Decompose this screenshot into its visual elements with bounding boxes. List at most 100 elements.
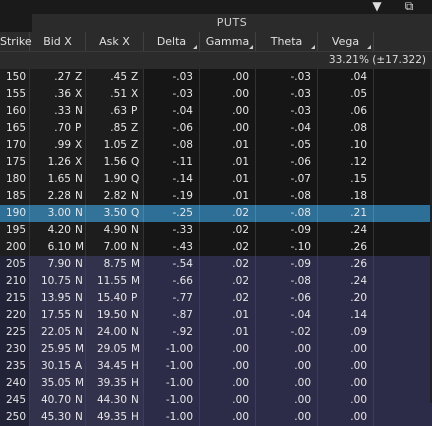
col-header-theta[interactable]: Theta: [256, 32, 318, 51]
ask-exchange-cell: H: [130, 375, 144, 392]
ask-cell[interactable]: 7.00: [86, 239, 130, 256]
col-header-delta[interactable]: Delta: [144, 32, 200, 51]
layers-down-icon[interactable]: ▼: [366, 0, 388, 14]
row-spacer: [374, 375, 404, 392]
bid-cell[interactable]: .99: [30, 137, 74, 154]
option-row[interactable]: 220 17.55 N 19.50 N -.87.01 -.04.14: [0, 307, 432, 324]
ask-exchange-cell: H: [130, 409, 144, 426]
col-header-ask[interactable]: Ask X: [86, 32, 144, 51]
strike-cell: 190: [0, 205, 30, 222]
bid-cell[interactable]: 1.26: [30, 154, 74, 171]
vega-cell: .05: [318, 86, 374, 103]
ask-cell[interactable]: 8.75: [86, 256, 130, 273]
row-spacer: [374, 307, 404, 324]
bid-cell[interactable]: 30.15: [30, 358, 74, 375]
ask-cell[interactable]: 4.90: [86, 222, 130, 239]
ask-cell[interactable]: 1.56: [86, 154, 130, 171]
ask-cell[interactable]: 2.82: [86, 188, 130, 205]
delta-cell: -.04: [144, 103, 200, 120]
bid-cell[interactable]: 6.10: [30, 239, 74, 256]
ask-cell[interactable]: .85: [86, 120, 130, 137]
gamma-cell: .00: [200, 86, 256, 103]
bid-cell[interactable]: .70: [30, 120, 74, 137]
bid-cell[interactable]: 13.95: [30, 290, 74, 307]
gamma-cell: .00: [200, 120, 256, 137]
strike-cell: 240: [0, 375, 30, 392]
col-header-bid[interactable]: Bid X: [30, 32, 86, 51]
ask-cell[interactable]: 3.50: [86, 205, 130, 222]
option-row-selected[interactable]: 190 3.00 N 3.50 Q -.25.02 -.08.21: [0, 205, 432, 222]
ask-cell[interactable]: .63: [86, 103, 130, 120]
delta-cell: -.25: [144, 205, 200, 222]
option-row[interactable]: 215 13.95 N 15.40 P -.77.02 -.06.20: [0, 290, 432, 307]
bid-exchange-cell: N: [74, 188, 86, 205]
ask-cell[interactable]: 39.35: [86, 375, 130, 392]
ask-cell[interactable]: 49.35: [86, 409, 130, 426]
col-header-vega[interactable]: Vega: [318, 32, 374, 51]
option-row[interactable]: 250 45.30 N 49.35 H -1.00.00.00.00: [0, 409, 432, 426]
option-row[interactable]: 170.99 X 1.05 Z -.08.01 -.05.10: [0, 137, 432, 154]
bid-cell[interactable]: .27: [30, 69, 74, 86]
bid-exchange-cell: N: [74, 290, 86, 307]
option-row[interactable]: 175 1.26 X 1.56 Q -.11.01 -.06.12: [0, 154, 432, 171]
theta-cell: -.03: [256, 103, 318, 120]
bid-cell[interactable]: .36: [30, 86, 74, 103]
ask-cell[interactable]: .51: [86, 86, 130, 103]
ask-cell[interactable]: 1.90: [86, 171, 130, 188]
bid-cell[interactable]: 22.05: [30, 324, 74, 341]
ask-cell[interactable]: 34.45: [86, 358, 130, 375]
bid-cell[interactable]: 45.30: [30, 409, 74, 426]
bid-exchange-cell: N: [74, 392, 86, 409]
bid-cell[interactable]: 10.75: [30, 273, 74, 290]
ask-cell[interactable]: 19.50: [86, 307, 130, 324]
ask-cell[interactable]: .45: [86, 69, 130, 86]
option-row[interactable]: 210 10.75 N 11.55 M -.66.02 -.08.24: [0, 273, 432, 290]
option-row[interactable]: 230 25.95 M 29.05 M -1.00.00.00.00: [0, 341, 432, 358]
ask-cell[interactable]: 24.00: [86, 324, 130, 341]
bid-cell[interactable]: 35.05: [30, 375, 74, 392]
header-spacer: [0, 14, 32, 32]
bid-cell[interactable]: 1.65: [30, 171, 74, 188]
strike-cell: 185: [0, 188, 30, 205]
delta-cell: -.11: [144, 154, 200, 171]
option-row[interactable]: 180 1.65 N 1.90 Q -.14.01 -.07.15: [0, 171, 432, 188]
option-row[interactable]: 155.36 X .51 X -.03.00 -.03.05: [0, 86, 432, 103]
option-row[interactable]: 165.70 P .85 Z -.06.00 -.04.08: [0, 120, 432, 137]
bid-cell[interactable]: 4.20: [30, 222, 74, 239]
ask-cell[interactable]: 1.05: [86, 137, 130, 154]
bid-cell[interactable]: .33: [30, 103, 74, 120]
ask-exchange-cell: Q: [130, 154, 144, 171]
option-row[interactable]: 225 22.05 N 24.00 N -.92.01 -.02.09: [0, 324, 432, 341]
vega-cell: .12: [318, 154, 374, 171]
option-row[interactable]: 205 7.90 N 8.75 M -.54.02 -.09.26: [0, 256, 432, 273]
ask-exchange-cell: N: [130, 392, 144, 409]
bid-cell[interactable]: 40.70: [30, 392, 74, 409]
ask-cell[interactable]: 44.30: [86, 392, 130, 409]
ask-cell[interactable]: 29.05: [86, 341, 130, 358]
option-row[interactable]: 240 35.05 M 39.35 H -1.00.00.00.00: [0, 375, 432, 392]
bid-exchange-cell: N: [74, 205, 86, 222]
option-row[interactable]: 150.27 Z .45 Z -.03.00 -.03.04: [0, 69, 432, 86]
option-row[interactable]: 160.33 N .63 P -.04.00 -.03.06: [0, 103, 432, 120]
popout-window-icon[interactable]: ⧉: [398, 0, 420, 14]
bid-cell[interactable]: 25.95: [30, 341, 74, 358]
sort-corner-icon: [363, 45, 371, 49]
col-header-strike[interactable]: Strike: [0, 32, 32, 51]
option-row[interactable]: 245 40.70 N 44.30 N -1.00.00.00.00: [0, 392, 432, 409]
option-row[interactable]: 185 2.28 N 2.82 N -.19.01 -.08.18: [0, 188, 432, 205]
bid-cell[interactable]: 2.28: [30, 188, 74, 205]
option-row[interactable]: 200 6.10 M 7.00 N -.43.02 -.10.26: [0, 239, 432, 256]
vega-cell: .08: [318, 120, 374, 137]
bid-cell[interactable]: 17.55: [30, 307, 74, 324]
option-row[interactable]: 195 4.20 N 4.90 N -.33.02 -.09.24: [0, 222, 432, 239]
row-spacer: [374, 341, 404, 358]
strike-cell: 225: [0, 324, 30, 341]
option-row[interactable]: 235 30.15 A 34.45 H -1.00.00.00.00: [0, 358, 432, 375]
bid-cell[interactable]: 3.00: [30, 205, 74, 222]
theta-cell: -.05: [256, 137, 318, 154]
bid-cell[interactable]: 7.90: [30, 256, 74, 273]
ask-cell[interactable]: 15.40: [86, 290, 130, 307]
col-header-gamma[interactable]: Gamma: [200, 32, 256, 51]
ask-cell[interactable]: 11.55: [86, 273, 130, 290]
row-spacer: [374, 273, 404, 290]
